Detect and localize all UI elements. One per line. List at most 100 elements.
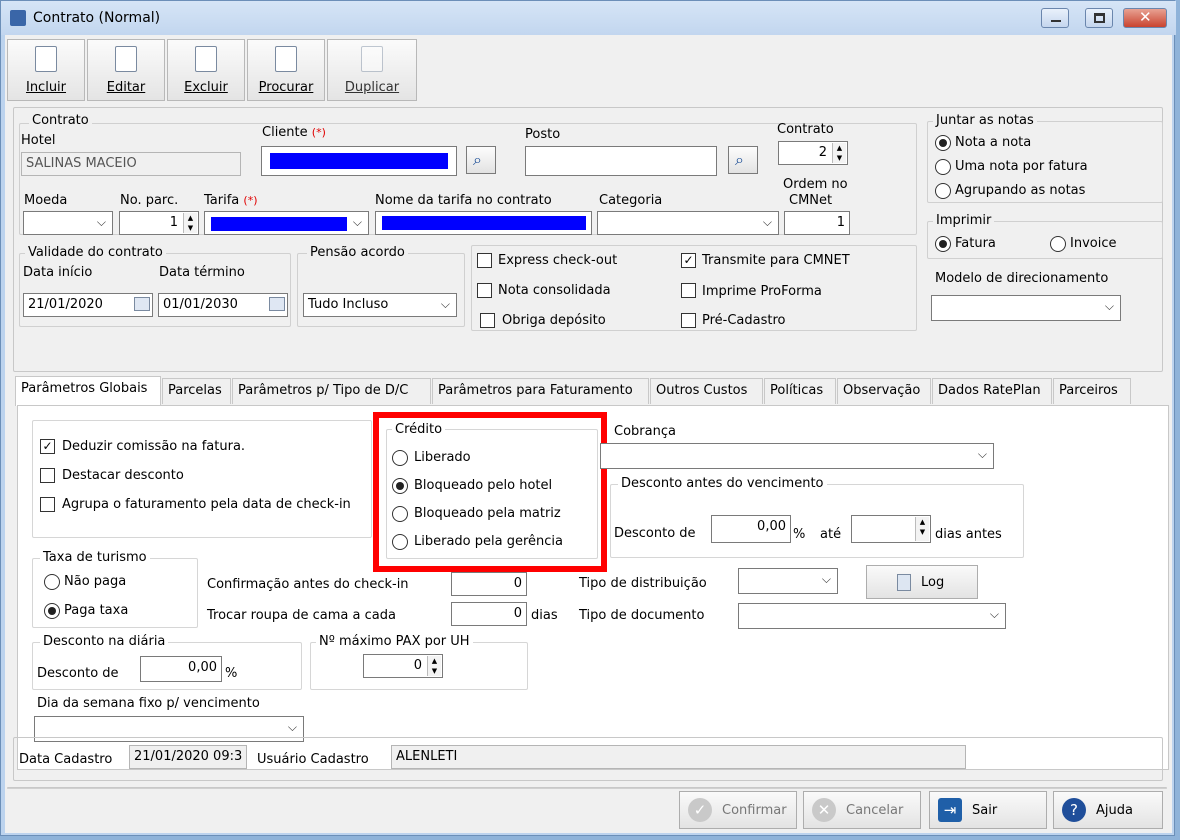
proforma-checkbox[interactable]: [681, 283, 696, 298]
credito-radio-2[interactable]: [392, 506, 408, 522]
incluir-button[interactable]: Incluir: [7, 39, 85, 101]
tab-tipo-dc[interactable]: Parâmetros p/ Tipo de D/C: [232, 378, 431, 404]
desconto-diaria-de-label: Desconto de: [37, 666, 119, 681]
nome-tarifa-label: Nome da tarifa no contrato: [375, 193, 552, 208]
juntar-radio-1[interactable]: [935, 159, 951, 175]
termino-field[interactable]: 01/01/2030: [158, 293, 288, 317]
excluir-button[interactable]: Excluir: [167, 39, 245, 101]
categoria-select[interactable]: ⌵: [597, 211, 779, 235]
nome-tarifa-field[interactable]: [375, 211, 592, 235]
agrupa-checkbox[interactable]: [40, 497, 55, 512]
juntar-radio-2[interactable]: [935, 183, 951, 199]
maximize-button[interactable]: [1085, 8, 1113, 28]
confirmacao-label: Confirmação antes do check-in: [207, 577, 409, 592]
max-pax-value: 0: [413, 658, 422, 673]
credito-radio-3[interactable]: [392, 534, 408, 550]
window-client: Incluir Editar Excluir Procurar Duplicar…: [5, 35, 1172, 833]
inicio-field[interactable]: 21/01/2020: [23, 293, 153, 317]
deduzir-checkbox[interactable]: ✓: [40, 439, 55, 454]
precadastro-checkbox[interactable]: [681, 313, 696, 328]
taxa-option-label: Não paga: [64, 574, 127, 589]
categoria-label: Categoria: [599, 193, 663, 208]
ajuda-button[interactable]: ? Ajuda: [1053, 791, 1163, 829]
calendar-icon[interactable]: [134, 297, 150, 311]
ate-label: até: [820, 527, 842, 542]
imprimir-label: Imprimir: [933, 213, 995, 228]
trocar-label: Trocar roupa de cama a cada: [207, 608, 396, 623]
modelo-select[interactable]: ⌵: [931, 295, 1121, 321]
noparc-field[interactable]: 1 ▲ ▼: [119, 211, 199, 235]
pensao-select[interactable]: Tudo Incluso ⌵: [303, 293, 457, 317]
spin-icon[interactable]: ▲ ▼: [183, 213, 197, 233]
desconto-diaria-field[interactable]: 0,00: [140, 656, 222, 682]
imprimir-radio-invoice[interactable]: [1050, 236, 1066, 252]
cancel-icon: ✕: [812, 798, 836, 822]
tab-parametros-globais[interactable]: Parâmetros Globais: [15, 376, 161, 406]
obriga-checkbox[interactable]: [480, 313, 495, 328]
credito-option-label: Liberado pela gerência: [414, 534, 563, 549]
confirmar-button[interactable]: ✓ Confirmar: [679, 791, 797, 829]
tarifa-select[interactable]: ⌵: [204, 211, 369, 235]
nota-consolidada-checkbox[interactable]: [477, 283, 492, 298]
imprimir-radio-fatura[interactable]: [935, 236, 951, 252]
express-checkbox[interactable]: [477, 253, 492, 268]
spin-icon[interactable]: ▲ ▼: [427, 656, 441, 676]
spin-icon[interactable]: ▲ ▼: [832, 143, 846, 163]
desc-venc-field[interactable]: 0,00: [711, 515, 791, 543]
editar-label: Editar: [106, 80, 146, 95]
cliente-search-button[interactable]: ⌕: [466, 146, 496, 174]
tab-observacao[interactable]: Observação: [837, 378, 931, 404]
duplicar-button[interactable]: Duplicar: [327, 39, 417, 101]
trocar-field[interactable]: 0: [451, 602, 527, 626]
procurar-button[interactable]: Procurar: [247, 39, 325, 101]
juntar-radio-0[interactable]: [935, 135, 951, 151]
edit-icon: [115, 46, 137, 72]
confirmacao-field[interactable]: 0: [451, 572, 527, 596]
minimize-button[interactable]: [1041, 8, 1069, 28]
calendar-icon[interactable]: [269, 297, 285, 311]
delete-icon: [195, 46, 217, 72]
tab-outros-custos[interactable]: Outros Custos: [650, 378, 763, 404]
tab-dados-rateplan[interactable]: Dados RatePlan: [932, 378, 1052, 404]
tab-parcelas[interactable]: Parcelas: [162, 378, 231, 404]
max-pax-field[interactable]: 0 ▲ ▼: [363, 654, 443, 678]
cancelar-button[interactable]: ✕ Cancelar: [803, 791, 921, 829]
incluir-label: Incluir: [25, 80, 67, 95]
sair-label: Sair: [972, 803, 998, 818]
cliente-label-text: Cliente: [262, 125, 308, 140]
tab-faturamento[interactable]: Parâmetros para Faturamento: [432, 378, 649, 404]
credito-radio-1[interactable]: [392, 478, 408, 494]
ordem-field[interactable]: 1: [784, 211, 850, 235]
log-label: Log: [921, 575, 945, 590]
destacar-checkbox[interactable]: [40, 468, 55, 483]
contrato-number-field[interactable]: 2 ▲ ▼: [778, 141, 848, 165]
close-button[interactable]: ✕: [1123, 8, 1167, 28]
tipo-dist-select[interactable]: ⌵: [738, 568, 838, 594]
sair-button[interactable]: ⇥ Sair: [929, 791, 1047, 829]
app-icon: [10, 10, 26, 26]
credito-radio-0[interactable]: [392, 450, 408, 466]
search-doc-icon: [275, 46, 297, 72]
log-button[interactable]: Log: [866, 565, 978, 599]
tab-parceiros[interactable]: Parceiros: [1053, 378, 1131, 404]
spin-icon[interactable]: ▲ ▼: [915, 517, 929, 541]
moeda-select[interactable]: ⌵: [23, 211, 113, 235]
editar-button[interactable]: Editar: [87, 39, 165, 101]
dias-antes-field[interactable]: ▲ ▼: [851, 515, 931, 543]
ajuda-label: Ajuda: [1096, 803, 1133, 818]
check-icon: ✓: [688, 798, 712, 822]
taxa-radio-1[interactable]: [44, 603, 60, 619]
transmite-checkbox[interactable]: ✓: [681, 253, 696, 268]
tarifa-label-text: Tarifa: [204, 193, 240, 208]
cobranca-select[interactable]: ⌵: [600, 443, 994, 469]
taxa-radio-0[interactable]: [44, 574, 60, 590]
cliente-field[interactable]: [261, 146, 457, 176]
posto-search-button[interactable]: ⌕: [728, 146, 758, 174]
tab-politicas[interactable]: Políticas: [764, 378, 836, 404]
validade-label: Validade do contrato: [25, 245, 166, 260]
posto-field[interactable]: [525, 146, 717, 176]
tipo-doc-select[interactable]: ⌵: [738, 603, 1006, 629]
juntar-label: Juntar as notas: [933, 113, 1037, 128]
chevron-down-icon: ⌵: [1104, 299, 1114, 313]
termino-label: Data término: [159, 265, 245, 280]
